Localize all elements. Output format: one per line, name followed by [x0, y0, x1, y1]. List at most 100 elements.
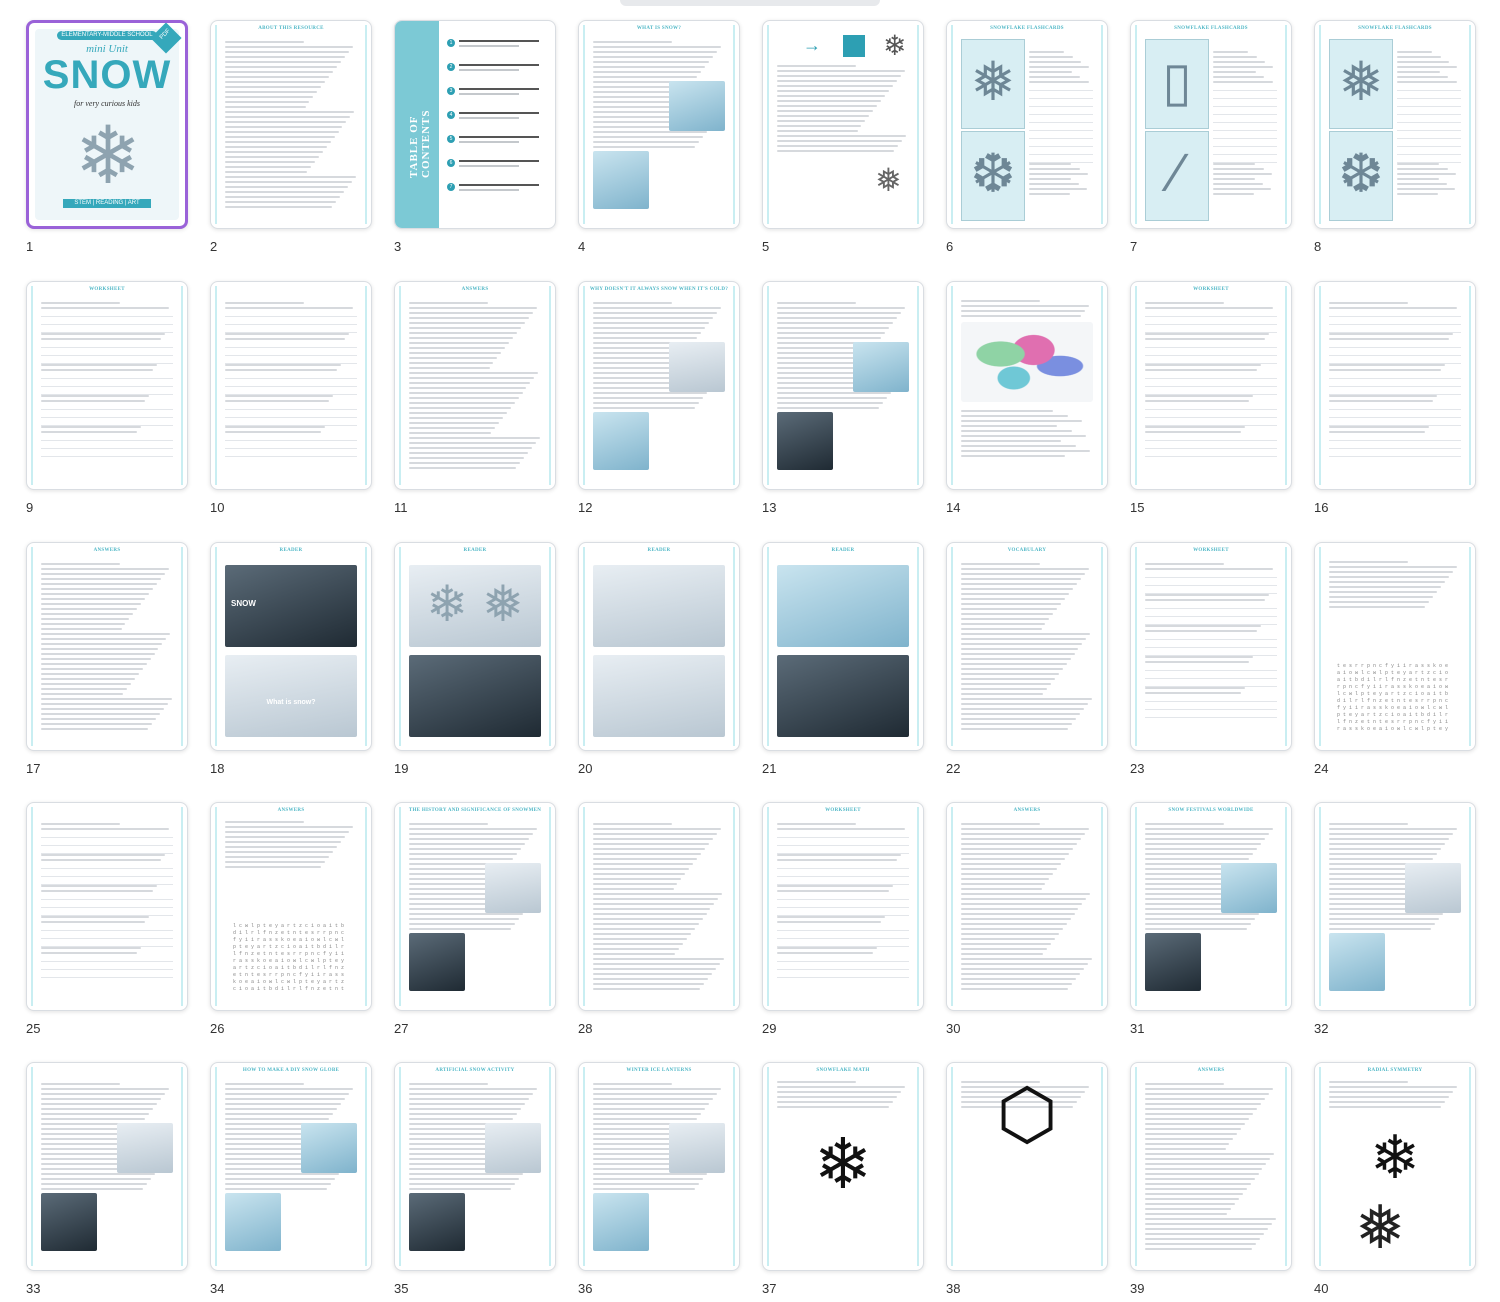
text-line	[1213, 173, 1272, 175]
page-thumbnail[interactable]: WHAT IS SNOW?	[578, 20, 740, 229]
text-line	[41, 1093, 166, 1095]
snowflake-icon: ❄ ❅	[426, 576, 524, 632]
page-illustration	[485, 1123, 541, 1173]
spacer	[1397, 146, 1461, 147]
text-line	[225, 41, 305, 43]
page-thumbnail-cell: RADIAL SYMMETRY ❄ ❅ 40	[1314, 1062, 1484, 1302]
page-number: 35	[394, 1281, 409, 1296]
page-thumbnail[interactable]	[1314, 281, 1476, 490]
text-line	[961, 968, 1084, 970]
text-lines	[1213, 51, 1277, 214]
page-thumbnail[interactable]: TABLE OF CONTENTS 1 2 3 4 5 6 7	[394, 20, 556, 229]
text-line	[41, 395, 150, 397]
page-thumbnail[interactable]: WORKSHEET	[762, 802, 924, 1011]
answer-line	[225, 417, 357, 418]
page-thumbnail[interactable]: READER SNOW What is snow?	[210, 542, 372, 751]
text-line	[41, 333, 166, 335]
text-line	[225, 821, 305, 823]
text-line	[593, 1113, 702, 1115]
page-border-right	[1469, 25, 1471, 224]
text-line	[961, 908, 1079, 910]
text-line	[961, 713, 1080, 715]
page-thumbnail[interactable]: ANSWERS	[394, 281, 556, 490]
page-border-left	[215, 807, 217, 1006]
page-thumbnail[interactable]: WHY DOESN'T IT ALWAYS SNOW WHEN IT'S COL…	[578, 281, 740, 490]
page-thumbnail[interactable]: ANSWERS	[946, 802, 1108, 1011]
page-thumbnail[interactable]: WINTER ICE LANTERNS	[578, 1062, 740, 1271]
page-thumbnail[interactable]	[1314, 802, 1476, 1011]
page-thumbnail[interactable]	[210, 281, 372, 490]
page-heading: WHY DOESN'T IT ALWAYS SNOW WHEN IT'S COL…	[589, 287, 729, 292]
page-number: 33	[26, 1281, 41, 1296]
page-thumbnail[interactable]: RADIAL SYMMETRY ❄ ❅	[1314, 1062, 1476, 1271]
page-border-right	[1469, 547, 1471, 746]
page-thumbnail[interactable]: ANSWERS lcwlpteyartzcioaitbdilrlfnzetntes…	[210, 802, 372, 1011]
page-thumbnail[interactable]: ANSWERS	[1130, 1062, 1292, 1271]
text-line	[409, 357, 498, 359]
page-border-right	[365, 807, 367, 1006]
text-line	[1329, 364, 1446, 366]
text-line	[593, 908, 711, 910]
page-thumbnail[interactable]: SNOWFLAKE MATH ❄	[762, 1062, 924, 1271]
spacer	[1029, 130, 1093, 131]
page-thumbnail[interactable]: ARTIFICIAL SNOW ACTIVITY	[394, 1062, 556, 1271]
page-thumbnail[interactable]: ELEMENTARY-MIDDLE SCHOOL mini Unit SNOW for…	[26, 20, 188, 229]
text-line	[593, 307, 722, 309]
text-line	[409, 833, 534, 835]
page-thumbnail[interactable]: SNOW FESTIVALS WORLDWIDE	[1130, 802, 1292, 1011]
text-line	[1029, 76, 1081, 78]
page-thumbnail[interactable]	[578, 802, 740, 1011]
text-lines	[961, 410, 1093, 475]
text-line	[41, 708, 164, 710]
page-thumbnail-cell: THE HISTORY AND SIGNIFICANCE OF SNOWMEN 2…	[394, 802, 564, 1042]
page-thumbnail[interactable]: HOW TO MAKE A DIY SNOW GLOBE	[210, 1062, 372, 1271]
page-number: 2	[210, 239, 218, 254]
text-line	[593, 392, 707, 394]
answer-line	[41, 378, 173, 379]
text-line	[409, 1178, 519, 1180]
page-thumbnail[interactable]: ❄ → ❅	[762, 20, 924, 229]
page-thumbnail[interactable]: SNOWFLAKE FLASHCARDS ❅ ❆	[946, 20, 1108, 229]
text-line	[961, 948, 1047, 950]
page-thumbnail[interactable]: SNOWFLAKE FLASHCARDS ❅ ❆	[1314, 20, 1476, 229]
text-line	[593, 928, 695, 930]
answer-line	[777, 837, 909, 838]
page-thumbnail-cell: SNOW FESTIVALS WORLDWIDE 31	[1130, 802, 1300, 1042]
page-thumbnail[interactable]: VOCABULARY	[946, 542, 1108, 751]
text-line	[225, 851, 334, 853]
snowflake-icon: ❅	[970, 52, 1016, 112]
text-line	[961, 708, 1084, 710]
text-line	[41, 613, 134, 615]
text-line	[225, 156, 319, 158]
page-thumbnail[interactable]: READER ❄ ❅	[394, 542, 556, 751]
spacer	[1397, 114, 1461, 115]
page-thumbnail[interactable]: ABOUT THIS RESOURCE	[210, 20, 372, 229]
page-thumbnail[interactable]: ANSWERS	[26, 542, 188, 751]
text-line	[409, 1173, 523, 1175]
page-illustration	[853, 342, 909, 392]
answer-line	[1329, 347, 1461, 348]
text-line	[961, 440, 1062, 442]
text-line	[777, 916, 886, 918]
page-thumbnail[interactable]: SNOWFLAKE FLASHCARDS ▯ ∕	[1130, 20, 1292, 229]
page-thumbnail[interactable]: tesrrpncfyiirasskoeaiowlcwlpteyartzcioai…	[1314, 542, 1476, 751]
page-thumbnail[interactable]: WORKSHEET	[26, 281, 188, 490]
page-thumbnail[interactable]	[946, 281, 1108, 490]
page-thumbnail[interactable]: ⬡	[946, 1062, 1108, 1271]
page-thumbnail[interactable]: THE HISTORY AND SIGNIFICANCE OF SNOWMEN	[394, 802, 556, 1011]
page-thumbnail[interactable]	[26, 802, 188, 1011]
page-border-left	[951, 286, 953, 485]
page-thumbnail[interactable]: READER	[762, 542, 924, 751]
page-thumbnail[interactable]: READER	[578, 542, 740, 751]
text-line	[225, 76, 330, 78]
answer-line	[225, 456, 357, 457]
page-thumbnail[interactable]	[26, 1062, 188, 1271]
text-line	[961, 693, 1043, 695]
page-thumbnail[interactable]: WORKSHEET	[1130, 281, 1292, 490]
text-line	[1329, 400, 1434, 402]
text-line	[41, 1118, 146, 1120]
page-thumbnail[interactable]	[762, 281, 924, 490]
page-number: 25	[26, 1021, 41, 1036]
page-thumbnail[interactable]: WORKSHEET	[1130, 542, 1292, 751]
text-line	[1145, 1193, 1243, 1195]
